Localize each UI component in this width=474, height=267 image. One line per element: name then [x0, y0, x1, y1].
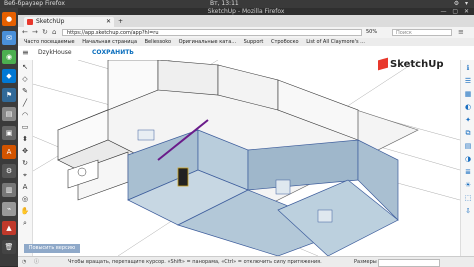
- status-bar: ◔ ⓘ Чтобы вращать, перетащите курсор. «S…: [18, 256, 474, 267]
- push-pull-tool-icon[interactable]: ⬍: [20, 134, 30, 144]
- new-tab-icon[interactable]: +: [118, 17, 123, 27]
- logo-text: SketchUp: [390, 58, 444, 70]
- app-launcher: ● ✉ ◉ ◆ ⚑ ▤ ▣ A ⚙ ▥ ⌁ ▲ 🗑: [0, 8, 18, 266]
- bookmark-item[interactable]: Support: [244, 38, 264, 46]
- styles-icon[interactable]: ✦: [463, 115, 473, 125]
- vscode-icon[interactable]: ◆: [2, 69, 16, 83]
- model-drawing: [18, 60, 460, 256]
- tags-icon[interactable]: ⧉: [463, 128, 473, 138]
- window-title: SketchUp - Mozilla Firefox: [207, 8, 285, 15]
- window-controls[interactable]: — ▢ ✕: [440, 8, 471, 15]
- materials-icon[interactable]: ◐: [463, 102, 473, 112]
- pan-tool-icon[interactable]: ✋: [20, 206, 30, 216]
- tab-label: SketchUp: [36, 18, 65, 25]
- software-icon[interactable]: ▲: [2, 221, 16, 235]
- reload-icon[interactable]: ↻: [42, 27, 48, 38]
- terminal-icon[interactable]: ▣: [2, 126, 16, 140]
- bookmarks-bar: Часто посещаемые Начальная страница Beli…: [18, 38, 474, 46]
- back-icon[interactable]: ←: [22, 27, 28, 38]
- tab-bar: SketchUp ✕ +: [18, 15, 474, 27]
- tape-measure-tool-icon[interactable]: ⌖: [20, 170, 30, 180]
- line-tool-icon[interactable]: ╱: [20, 98, 30, 108]
- system-top-bar: Веб-браузер Firefox Вт, 13:11 ⚙ ▾: [0, 0, 474, 8]
- export-icon[interactable]: ⇩: [463, 206, 473, 216]
- zoom-level[interactable]: 50%: [366, 29, 384, 36]
- sketchup-logo: SketchUp: [378, 56, 443, 72]
- trash-icon[interactable]: 🗑: [2, 240, 16, 254]
- views-icon[interactable]: ⬚: [463, 193, 473, 203]
- software-center-icon[interactable]: A: [2, 145, 16, 159]
- url-bar[interactable]: https://app.sketchup.com/app?hl=ru: [62, 29, 362, 36]
- left-toolbar: ↖ ◇ ✎ ╱ ◠ ▭ ⬍ ✥ ↻ ⌖ A ◎ ✋ ⌕: [18, 60, 33, 256]
- chrome-icon[interactable]: ◉: [2, 50, 16, 64]
- instructor-icon[interactable]: ☰: [463, 76, 473, 86]
- components-icon[interactable]: ▦: [463, 89, 473, 99]
- move-tool-icon[interactable]: ✥: [20, 146, 30, 156]
- rotate-tool-icon[interactable]: ↻: [20, 158, 30, 168]
- bookmark-item[interactable]: Стробоско: [271, 38, 299, 46]
- sketchup-favicon-icon: [27, 19, 33, 25]
- arc-tool-icon[interactable]: ◠: [20, 110, 30, 120]
- scenes-icon[interactable]: ▤: [463, 141, 473, 151]
- settings-icon[interactable]: ⚙: [2, 164, 16, 178]
- outliner-icon[interactable]: ≣: [463, 167, 473, 177]
- system-clock[interactable]: Вт, 13:11: [210, 0, 239, 8]
- usb-icon[interactable]: ⌁: [2, 202, 16, 216]
- menu-icon[interactable]: ≡: [458, 27, 464, 38]
- activities-menu[interactable]: Веб-браузер Firefox: [4, 0, 65, 8]
- bookmark-item[interactable]: Оригинальные ката...: [179, 38, 236, 46]
- pencil-tool-icon[interactable]: ✎: [20, 86, 30, 96]
- bookmark-item[interactable]: Часто посещаемые: [24, 38, 75, 46]
- hamburger-menu-icon[interactable]: ≡: [22, 48, 29, 57]
- upgrade-version-button[interactable]: Повысить версию: [24, 244, 80, 253]
- model-viewport[interactable]: [18, 60, 460, 256]
- zoom-tool-icon[interactable]: ⌕: [20, 218, 30, 228]
- search-input[interactable]: Поиск: [392, 29, 452, 36]
- bookmark-item[interactable]: Начальная страница: [82, 38, 137, 46]
- python-icon[interactable]: ⚑: [2, 88, 16, 102]
- rectangle-tool-icon[interactable]: ▭: [20, 122, 30, 132]
- home-icon[interactable]: ⌂: [52, 27, 56, 38]
- eraser-tool-icon[interactable]: ◇: [20, 74, 30, 84]
- display-icon[interactable]: ◑: [463, 154, 473, 164]
- thunderbird-icon[interactable]: ✉: [2, 31, 16, 45]
- sketchup-logo-icon: [378, 57, 388, 71]
- tab-sketchup[interactable]: SketchUp ✕: [24, 17, 114, 27]
- right-toolbar: ℹ ☰ ▦ ◐ ✦ ⧉ ▤ ◑ ≣ ☀ ⬚ ⇩: [460, 60, 474, 256]
- save-button[interactable]: СОХРАНИТЬ: [92, 47, 134, 59]
- forward-icon[interactable]: →: [32, 27, 38, 38]
- project-name[interactable]: DzykHouse: [38, 47, 72, 59]
- text-tool-icon[interactable]: A: [20, 182, 30, 192]
- system-tray[interactable]: ⚙ ▾: [454, 0, 470, 8]
- select-tool-icon[interactable]: ↖: [20, 62, 30, 72]
- files-icon[interactable]: ▤: [2, 107, 16, 121]
- archive-icon[interactable]: ▥: [2, 183, 16, 197]
- orbit-tool-icon[interactable]: ◎: [20, 194, 30, 204]
- window-titlebar: SketchUp - Mozilla Firefox — ▢ ✕: [18, 8, 474, 15]
- navigation-bar: ← → ↻ ⌂ https://app.sketchup.com/app?hl=…: [18, 27, 474, 38]
- firefox-icon[interactable]: ●: [2, 12, 16, 26]
- solar-icon[interactable]: ☀: [463, 180, 473, 190]
- close-tab-icon[interactable]: ✕: [106, 17, 111, 27]
- entity-info-icon[interactable]: ℹ: [463, 63, 473, 73]
- bookmark-item[interactable]: List of All Claymore's ...: [306, 38, 365, 46]
- bookmark-item[interactable]: Beliessoko: [145, 38, 171, 46]
